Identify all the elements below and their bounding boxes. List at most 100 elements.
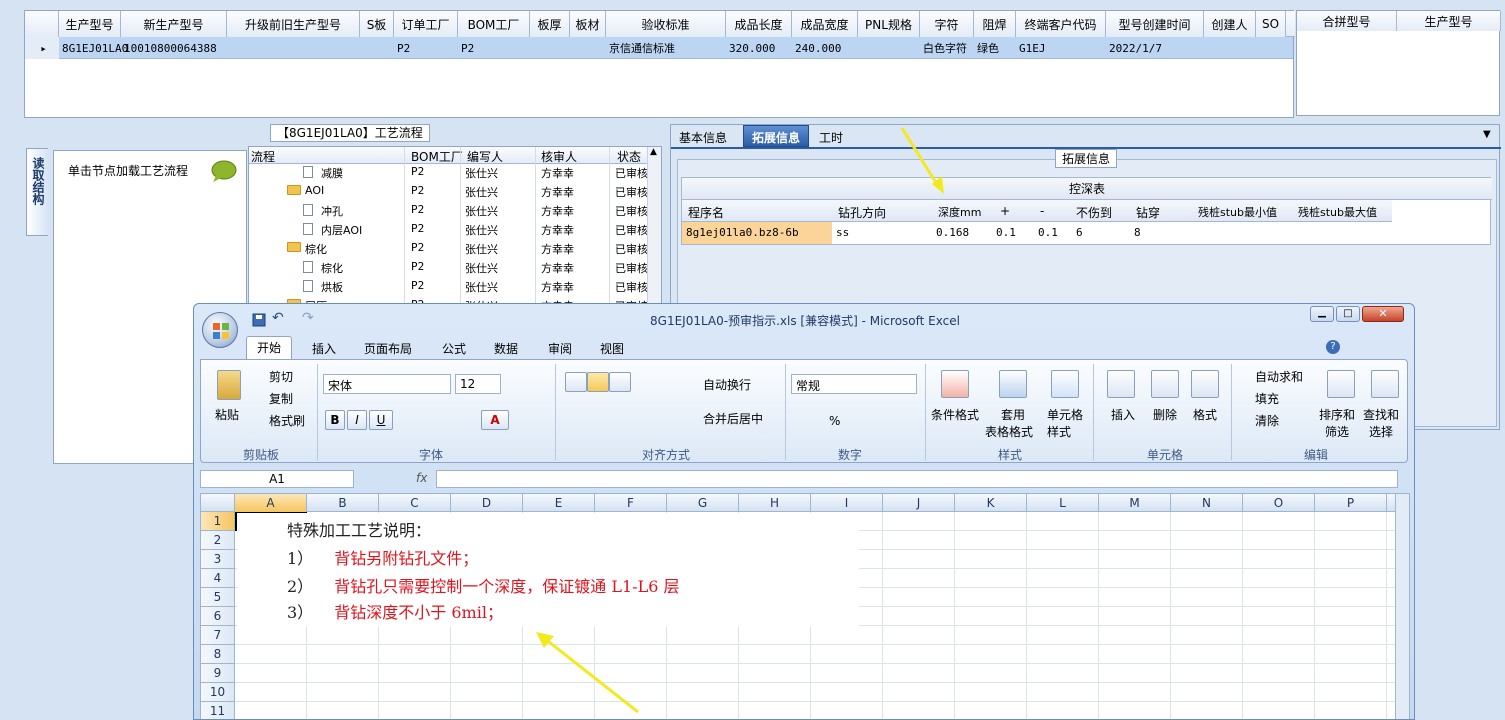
table-cell[interactable]: 0.168 [936, 226, 969, 239]
row-header[interactable]: 1 [201, 512, 235, 531]
col-header[interactable]: 生产型号 [59, 11, 121, 37]
fx-icon[interactable]: fx [416, 471, 427, 485]
tab-home[interactable]: 开始 [246, 336, 292, 360]
delete-cells-icon[interactable] [1151, 370, 1179, 398]
insert-cells-icon[interactable] [1107, 370, 1135, 398]
col-header[interactable]: 钻孔方向 [838, 204, 886, 221]
dropdown-icon[interactable]: ▼ [1483, 129, 1491, 140]
sheet-heading[interactable]: 特殊加工工艺说明： [287, 517, 431, 541]
table-cell[interactable]: 0.1 [996, 226, 1016, 239]
col-header[interactable]: 阻焊 [974, 11, 1016, 37]
minimize-icon[interactable]: ▁ [1310, 306, 1334, 322]
list-item[interactable]: 2） 背钻孔只需要控制一个深度，保证镀通 L1-L6 层 [287, 573, 679, 597]
col-header[interactable]: 升级前旧生产型号 [227, 11, 360, 37]
tab-page-layout[interactable]: 页面布局 [364, 340, 412, 357]
table-cell[interactable]: 10010800064388 [121, 37, 227, 59]
font-name-select[interactable]: 宋体 [323, 374, 451, 394]
col-header[interactable]: 残桩stub最大值 [1298, 204, 1377, 220]
row-header[interactable]: 4 [201, 569, 235, 588]
find-select-icon[interactable] [1371, 370, 1399, 398]
merge-center-button[interactable]: 合并后居中 [703, 410, 763, 427]
underline-button[interactable]: U [369, 410, 393, 430]
row-header[interactable]: 10 [201, 683, 235, 702]
spreadsheet[interactable]: ABCDEFGHIJKLMNOP 1 2 3 4 5 6 7 8 9 10 11 特殊加工工艺说明：… [200, 493, 1410, 719]
tree-row[interactable]: 减膜 P2 张仕兴 方幸幸 已审核 [249, 163, 659, 182]
column-header[interactable]: I [811, 494, 883, 512]
col-header[interactable]: PNL规格 [858, 11, 920, 37]
tree-node-label[interactable]: 烘板 [321, 279, 343, 295]
tree-node-label[interactable]: AOI [305, 184, 324, 197]
col-header[interactable]: 钻穿 [1136, 204, 1160, 221]
table-format-button[interactable]: 套用 [1001, 406, 1025, 423]
column-header[interactable]: D [451, 494, 523, 512]
formula-input[interactable] [436, 470, 1398, 488]
vertical-scrollbar[interactable] [1395, 494, 1409, 719]
table-format-icon[interactable] [999, 370, 1027, 398]
cell-style-icon[interactable] [1051, 370, 1079, 398]
column-header[interactable]: G [667, 494, 739, 512]
column-header[interactable]: J [883, 494, 955, 512]
col-header[interactable]: 终端客户代码 [1016, 11, 1106, 37]
cell-style-button-2[interactable]: 样式 [1047, 423, 1071, 440]
tree-row[interactable]: 内层AOI P2 张仕兴 方幸幸 已审核 [249, 220, 659, 239]
col-header[interactable]: 型号创建时间 [1106, 11, 1204, 37]
table-cell[interactable]: G1EJ [1016, 37, 1106, 59]
cut-button[interactable]: 剪切 [269, 368, 293, 385]
table-cell[interactable]: 8G1EJ01LA0 [59, 37, 128, 59]
fill-button[interactable]: 填充 [1255, 390, 1279, 407]
table-cell[interactable]: 京信通信标准 [606, 37, 726, 59]
table-cell[interactable]: 240.000 [792, 37, 858, 59]
col-header[interactable]: 创建人 [1204, 11, 1256, 37]
col-header[interactable]: 板厚 [530, 11, 570, 37]
col-header[interactable]: 板材 [570, 11, 606, 37]
tab-formulas[interactable]: 公式 [442, 340, 466, 357]
row-header[interactable]: 6 [201, 607, 235, 626]
row-header[interactable]: 3 [201, 550, 235, 569]
table-cell[interactable]: 2022/1/7 [1106, 37, 1204, 59]
clear-button[interactable]: 清除 [1255, 412, 1279, 429]
column-header[interactable]: L [1027, 494, 1099, 512]
conditional-format-icon[interactable] [941, 370, 969, 398]
column-header[interactable]: K [955, 494, 1027, 512]
table-cell[interactable]: 8g1ej01la0.bz8-6b [686, 226, 799, 239]
row-header[interactable]: 2 [201, 531, 235, 550]
name-box[interactable]: A1 [200, 470, 354, 488]
col-header[interactable]: + [1000, 204, 1010, 218]
percent-button[interactable]: % [829, 414, 840, 428]
column-header[interactable]: H [739, 494, 811, 512]
col-header[interactable]: BOM工厂 [458, 11, 530, 37]
row-header[interactable]: 7 [201, 626, 235, 645]
table-cell[interactable]: 6 [1076, 226, 1083, 239]
tree-node-label[interactable]: 冲孔 [321, 203, 343, 219]
column-header[interactable]: N [1171, 494, 1243, 512]
copy-button[interactable]: 复制 [269, 390, 293, 407]
table-row[interactable]: ▸ 8G1EJ01LA0 10010800064388 P2 P2 京信通信标准… [25, 37, 1293, 59]
tab-basic-info[interactable]: 基本信息 [679, 129, 727, 146]
column-header[interactable]: B [307, 494, 379, 512]
tree-row[interactable]: 棕化 P2 张仕兴 方幸幸 已审核 [249, 239, 659, 258]
col-header[interactable]: 新生产型号 [121, 11, 227, 37]
format-painter-button[interactable]: 格式刷 [269, 412, 305, 429]
column-header[interactable]: A [235, 494, 307, 512]
table-cell[interactable]: ss [836, 226, 849, 239]
list-item[interactable]: 3） 背钻深度不小于 6mil； [287, 599, 503, 623]
paste-button[interactable]: 粘贴 [215, 406, 239, 423]
tab-review[interactable]: 审阅 [548, 340, 572, 357]
find-select-button-2[interactable]: 选择 [1369, 423, 1393, 440]
table-cell[interactable]: 白色字符 [920, 37, 974, 59]
col-header[interactable]: 程序名 [688, 204, 724, 221]
col-header[interactable]: - [1040, 204, 1044, 218]
wrap-text-button[interactable]: 自动换行 [703, 376, 751, 393]
column-header[interactable]: C [379, 494, 451, 512]
tab-view[interactable]: 视图 [600, 340, 624, 357]
column-header[interactable]: F [595, 494, 667, 512]
maximize-icon[interactable]: □ [1336, 306, 1360, 322]
tree-node-label[interactable]: 减膜 [321, 165, 343, 181]
align-middle-icon[interactable] [587, 372, 609, 392]
conditional-format-button[interactable]: 条件格式 [931, 406, 979, 423]
table-cell[interactable]: P2 [458, 37, 530, 59]
bold-button[interactable]: B [325, 410, 345, 430]
tree-row[interactable]: 烘板 P2 张仕兴 方幸幸 已审核 [249, 277, 659, 296]
tab-ext-info[interactable]: 拓展信息 [743, 125, 810, 147]
tree-row[interactable]: AOI P2 张仕兴 方幸幸 已审核 [249, 182, 659, 201]
